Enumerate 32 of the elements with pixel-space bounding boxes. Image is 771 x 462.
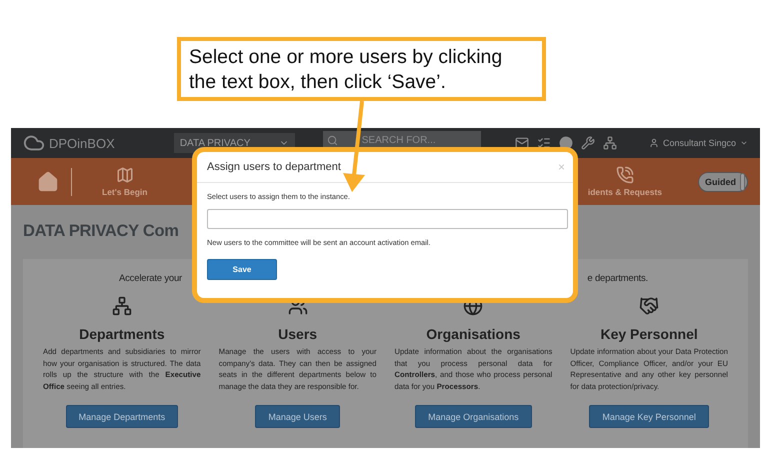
- card-title: Key Personnel: [600, 326, 698, 342]
- card-title: Departments: [79, 326, 165, 342]
- nav-item[interactable]: Let's Begin: [102, 166, 148, 197]
- dialog-title: Assign users to department: [207, 161, 341, 173]
- card-title: Organisations: [426, 326, 520, 342]
- sitemap-icon: [112, 296, 132, 316]
- tools-icon[interactable]: [580, 136, 595, 150]
- manage-button[interactable]: Manage Departments: [66, 405, 178, 428]
- callout-text: Select one or more users by clicking the text box, then click ‘Save’.: [177, 37, 546, 101]
- map-icon: [116, 166, 134, 184]
- phone-icon: [616, 166, 634, 184]
- user-menu[interactable]: Consultant Singco: [648, 138, 748, 148]
- manage-button[interactable]: Manage Key Personnel: [589, 405, 709, 428]
- guided-toggle[interactable]: Guided: [698, 172, 748, 192]
- users-input[interactable]: [207, 209, 568, 229]
- home-icon[interactable]: [37, 170, 59, 192]
- card-title: Users: [278, 326, 318, 342]
- nav-item[interactable]: idents & Requests: [588, 166, 662, 197]
- search-icon: [326, 134, 338, 146]
- manage-button[interactable]: Manage Organisations: [415, 405, 532, 428]
- save-button[interactable]: Save: [207, 259, 277, 280]
- manage-button[interactable]: Manage Users: [255, 405, 340, 428]
- user-icon: [648, 138, 659, 148]
- mail-icon[interactable]: [514, 136, 529, 150]
- intro-text: e departments.: [587, 273, 648, 284]
- caret-icon: [740, 139, 748, 147]
- handshake-icon: [639, 296, 660, 316]
- logo: DPOinBOX: [49, 136, 115, 150]
- page-title: DATA PRIVACY Com: [23, 221, 179, 242]
- intro-text: Accelerate your: [119, 273, 182, 284]
- checklist-icon[interactable]: [536, 136, 551, 150]
- sitemap-icon[interactable]: [602, 136, 617, 150]
